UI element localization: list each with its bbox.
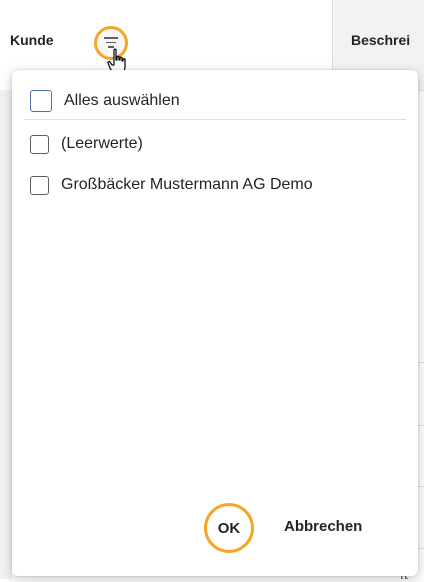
column-header-beschreibung-label[interactable]: Beschrei [351,32,410,48]
filter-option-label: (Leerwerte) [61,135,143,152]
cancel-button[interactable]: Abbrechen [284,518,362,535]
column-header-kunde-label: Kunde [10,32,54,48]
select-all-label: Alles auswählen [64,92,180,109]
select-all-option[interactable]: Alles auswählen [30,89,180,113]
divider [24,119,406,120]
table-left-gutter [0,90,12,579]
filter-dropdown-panel: Alles auswählen (Leerwerte) Großbäcker M… [12,70,418,576]
select-all-checkbox[interactable] [30,90,52,112]
checkbox[interactable] [30,134,49,154]
filter-option-label: Großbäcker Mustermann AG Demo [61,176,313,193]
filter-option-grossbaecker[interactable]: Großbäcker Mustermann AG Demo [30,173,313,197]
ok-button[interactable]: OK [204,503,254,553]
checkbox[interactable] [30,175,49,195]
filter-option-leerwerte[interactable]: (Leerwerte) [30,132,143,156]
